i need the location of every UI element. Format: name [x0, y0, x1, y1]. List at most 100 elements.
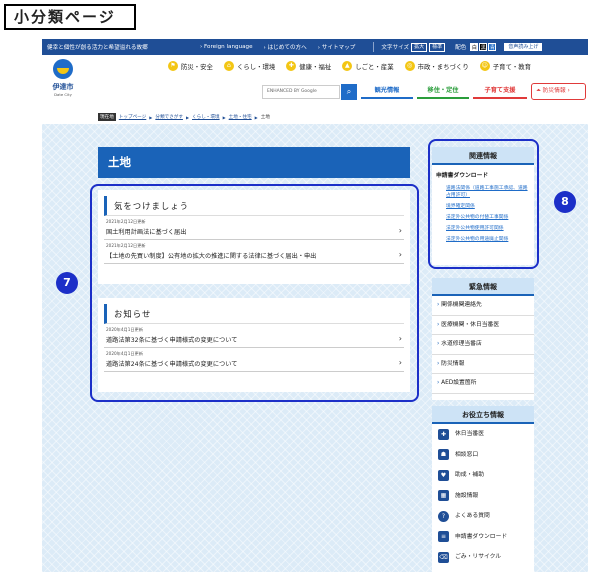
- section-caution: 気をつけましょう 2021年2月12日更新 国土利用計画法に基づく届出 › 20…: [98, 190, 410, 284]
- breadcrumb-arrow-icon: ▶: [222, 114, 226, 120]
- useful-item-label: 施設情報: [455, 492, 479, 499]
- chevron-right-icon: ›: [398, 358, 402, 367]
- color-black-button[interactable]: 黒: [479, 43, 488, 51]
- bosai-button[interactable]: ⏶ 防災情報 ›: [531, 83, 586, 100]
- child-icon: ☺: [479, 61, 490, 71]
- emergency-item[interactable]: 関係機関連絡先: [432, 296, 534, 316]
- useful-item[interactable]: ✚ 休日当番医: [432, 424, 534, 445]
- text-size-label: 文字サイズ: [381, 45, 410, 51]
- color-white-button[interactable]: 白: [470, 43, 479, 51]
- emergency-item[interactable]: 水道修理当番店: [432, 335, 534, 355]
- helmet-icon: ▲: [342, 61, 353, 71]
- search-button[interactable]: ⌕: [341, 84, 357, 100]
- useful-item[interactable]: ≡ 申請書ダウンロード: [432, 527, 534, 548]
- section-heading: 気をつけましょう: [104, 196, 404, 216]
- color-scheme-label: 配色: [455, 45, 467, 51]
- site-logo[interactable]: 伊達市 Date City: [46, 59, 80, 97]
- related-link[interactable]: 道路法関係（道路工事施工承認、道路占用許可）: [432, 183, 534, 201]
- color-blue-button[interactable]: 青: [488, 43, 497, 51]
- emergency-item[interactable]: 防災情報: [432, 355, 534, 374]
- item-date: 2021年2月12日更新: [106, 219, 146, 224]
- person-desk-icon: ☗: [438, 449, 449, 461]
- nav-iju[interactable]: 移住・定住: [417, 85, 469, 99]
- text-size-standard-button[interactable]: 標準: [429, 42, 446, 52]
- category-shigoto[interactable]: ▲ しごと・産業: [342, 61, 394, 71]
- useful-item[interactable]: ? よくある質問: [432, 506, 534, 527]
- list-item[interactable]: 2020年4月1日更新 道路法第24条に基づく申請様式の変更について ›: [104, 348, 404, 372]
- page-title: 土地: [98, 147, 410, 178]
- related-link[interactable]: 法定外公共物使用許可関係: [432, 223, 534, 234]
- useful-item-label: よくある質問: [455, 513, 490, 520]
- category-kurashi[interactable]: ⌂ くらし・環境: [223, 61, 275, 71]
- breadcrumb-category[interactable]: 分類でさがす: [155, 114, 183, 120]
- breadcrumb-arrow-icon: ▶: [149, 114, 153, 120]
- nav-kosodate[interactable]: 子育て支援: [473, 85, 527, 99]
- text-size-large-button[interactable]: 拡大: [411, 42, 428, 52]
- category-shisei[interactable]: ◎ 市政・まちづくり: [404, 61, 469, 71]
- related-subheading: 申請書ダウンロード: [436, 173, 489, 179]
- slogan: 健幸と個性が創る活力と希望溢れる故郷: [47, 45, 148, 51]
- category-bosai[interactable]: ⚑ 防災・安全: [168, 61, 213, 71]
- useful-item[interactable]: ☗ 相談窓口: [432, 445, 534, 466]
- category-kenko[interactable]: ✚ 健康・福祉: [286, 61, 331, 71]
- item-title: 国土利用計画法に基づく届出: [106, 229, 187, 236]
- category-nav: ⚑ 防災・安全 ⌂ くらし・環境 ✚ 健康・福祉 ▲ しごと・産業 ◎ 市政・まちづくり …: [168, 61, 542, 71]
- item-title: 道路法第32条に基づく申請様式の変更について: [106, 337, 238, 344]
- sitemap-link[interactable]: サイトマップ: [318, 43, 356, 51]
- nav-kanko[interactable]: 観光情報: [361, 85, 413, 99]
- list-item[interactable]: 2021年2月12日更新 【土地の先買い制度】公有地の拡大の推進に関する法律に基…: [104, 240, 404, 264]
- breadcrumb-here-label: 現在地: [98, 113, 116, 121]
- emergency-panel: 緊急情報 関係機関連絡先 医療機関・休日当番医 水道修理当番店 防災情報 AED…: [432, 278, 534, 400]
- logo-english-name: Date City: [54, 92, 72, 97]
- related-link[interactable]: 法定外公共物の付替工事関係: [432, 212, 534, 223]
- category-label: 子育て・教育: [492, 62, 532, 71]
- item-date: 2020年4月1日更新: [106, 327, 143, 332]
- list-item[interactable]: 2021年2月12日更新 国土利用計画法に基づく届出 ›: [104, 216, 404, 240]
- list-item[interactable]: 2020年4月1日更新 道路法第32条に基づく申請様式の変更について ›: [104, 324, 404, 348]
- trash-icon: ⌫: [438, 551, 449, 563]
- chevron-right-icon: ›: [398, 226, 402, 235]
- breadcrumb-tochi-jutaku[interactable]: 土地・住宅: [229, 114, 252, 120]
- voice-reader-button[interactable]: 音声読み上げ: [504, 43, 543, 51]
- category-kosodate[interactable]: ☺ 子育て・教育: [479, 61, 532, 71]
- emergency-item[interactable]: 医療機関・休日当番医: [432, 316, 534, 335]
- related-heading: 関連情報: [432, 147, 534, 165]
- section-heading: お知らせ: [104, 304, 404, 324]
- category-label: 防災・安全: [181, 62, 213, 71]
- annotation-marker-8: 8: [554, 191, 576, 213]
- first-visit-link[interactable]: はじめての方へ: [264, 43, 307, 51]
- foreign-language-link[interactable]: Foreign language: [200, 44, 253, 50]
- related-link[interactable]: 境界確定関係: [432, 201, 534, 212]
- useful-item[interactable]: ⌫ ごみ・リサイクル: [432, 547, 534, 568]
- city-icon: ◎: [404, 61, 415, 71]
- breadcrumb: 現在地 トップページ ▶ 分類でさがす ▶ くらし・環境 ▶ 土地・住宅 ▶ 土…: [98, 113, 270, 121]
- useful-info-panel: お役立ち情報 ✚ 休日当番医 ☗ 相談窓口 ♥ 助成・補助 ▦ 施設情報 ? よくある質問…: [432, 406, 534, 572]
- breadcrumb-current: 土地: [260, 115, 270, 120]
- item-title: 【土地の先買い制度】公有地の拡大の推進に関する法律に基づく届出・申出: [106, 253, 317, 260]
- health-icon: ✚: [286, 61, 297, 71]
- breadcrumb-arrow-icon: ▶: [254, 114, 258, 120]
- city-emblem-icon: [53, 59, 73, 79]
- useful-heading: お役立ち情報: [432, 406, 534, 424]
- related-link[interactable]: 法定外公共物の用途廃止関係: [432, 234, 534, 245]
- search-input[interactable]: ENHANCED BY Google: [262, 85, 340, 99]
- breadcrumb-top[interactable]: トップページ: [119, 114, 146, 120]
- useful-item-label: 休日当番医: [455, 431, 484, 438]
- useful-item[interactable]: ♥ 助成・補助: [432, 465, 534, 486]
- medical-kit-icon: ✚: [438, 428, 449, 440]
- annotation-marker-7: 7: [56, 272, 78, 294]
- flag-icon: ⚑: [168, 61, 178, 71]
- house-icon: ⌂: [223, 61, 234, 71]
- document-icon: ≡: [438, 531, 449, 543]
- item-date: 2021年2月12日更新: [106, 243, 146, 248]
- useful-item-label: 相談窓口: [455, 451, 479, 458]
- site-header: 伊達市 Date City ⚑ 防災・安全 ⌂ くらし・環境 ✚ 健康・福祉 ▲ しごと…: [42, 55, 588, 105]
- emergency-item[interactable]: AED設置箇所: [432, 374, 534, 394]
- logo-name: 伊達市: [52, 83, 74, 91]
- useful-item[interactable]: ▦ 施設情報: [432, 486, 534, 507]
- related-info-panel: 関連情報 申請書ダウンロード 道路法関係（道路工事施工承認、道路占用許可） 境界…: [432, 147, 534, 265]
- breadcrumb-kurashi[interactable]: くらし・環境: [192, 114, 220, 120]
- category-label: しごと・産業: [355, 62, 394, 71]
- page-type-label: 小分類ページ: [4, 4, 136, 30]
- utility-bar: 健幸と個性が創る活力と希望溢れる故郷 Foreign language はじめて…: [42, 39, 588, 55]
